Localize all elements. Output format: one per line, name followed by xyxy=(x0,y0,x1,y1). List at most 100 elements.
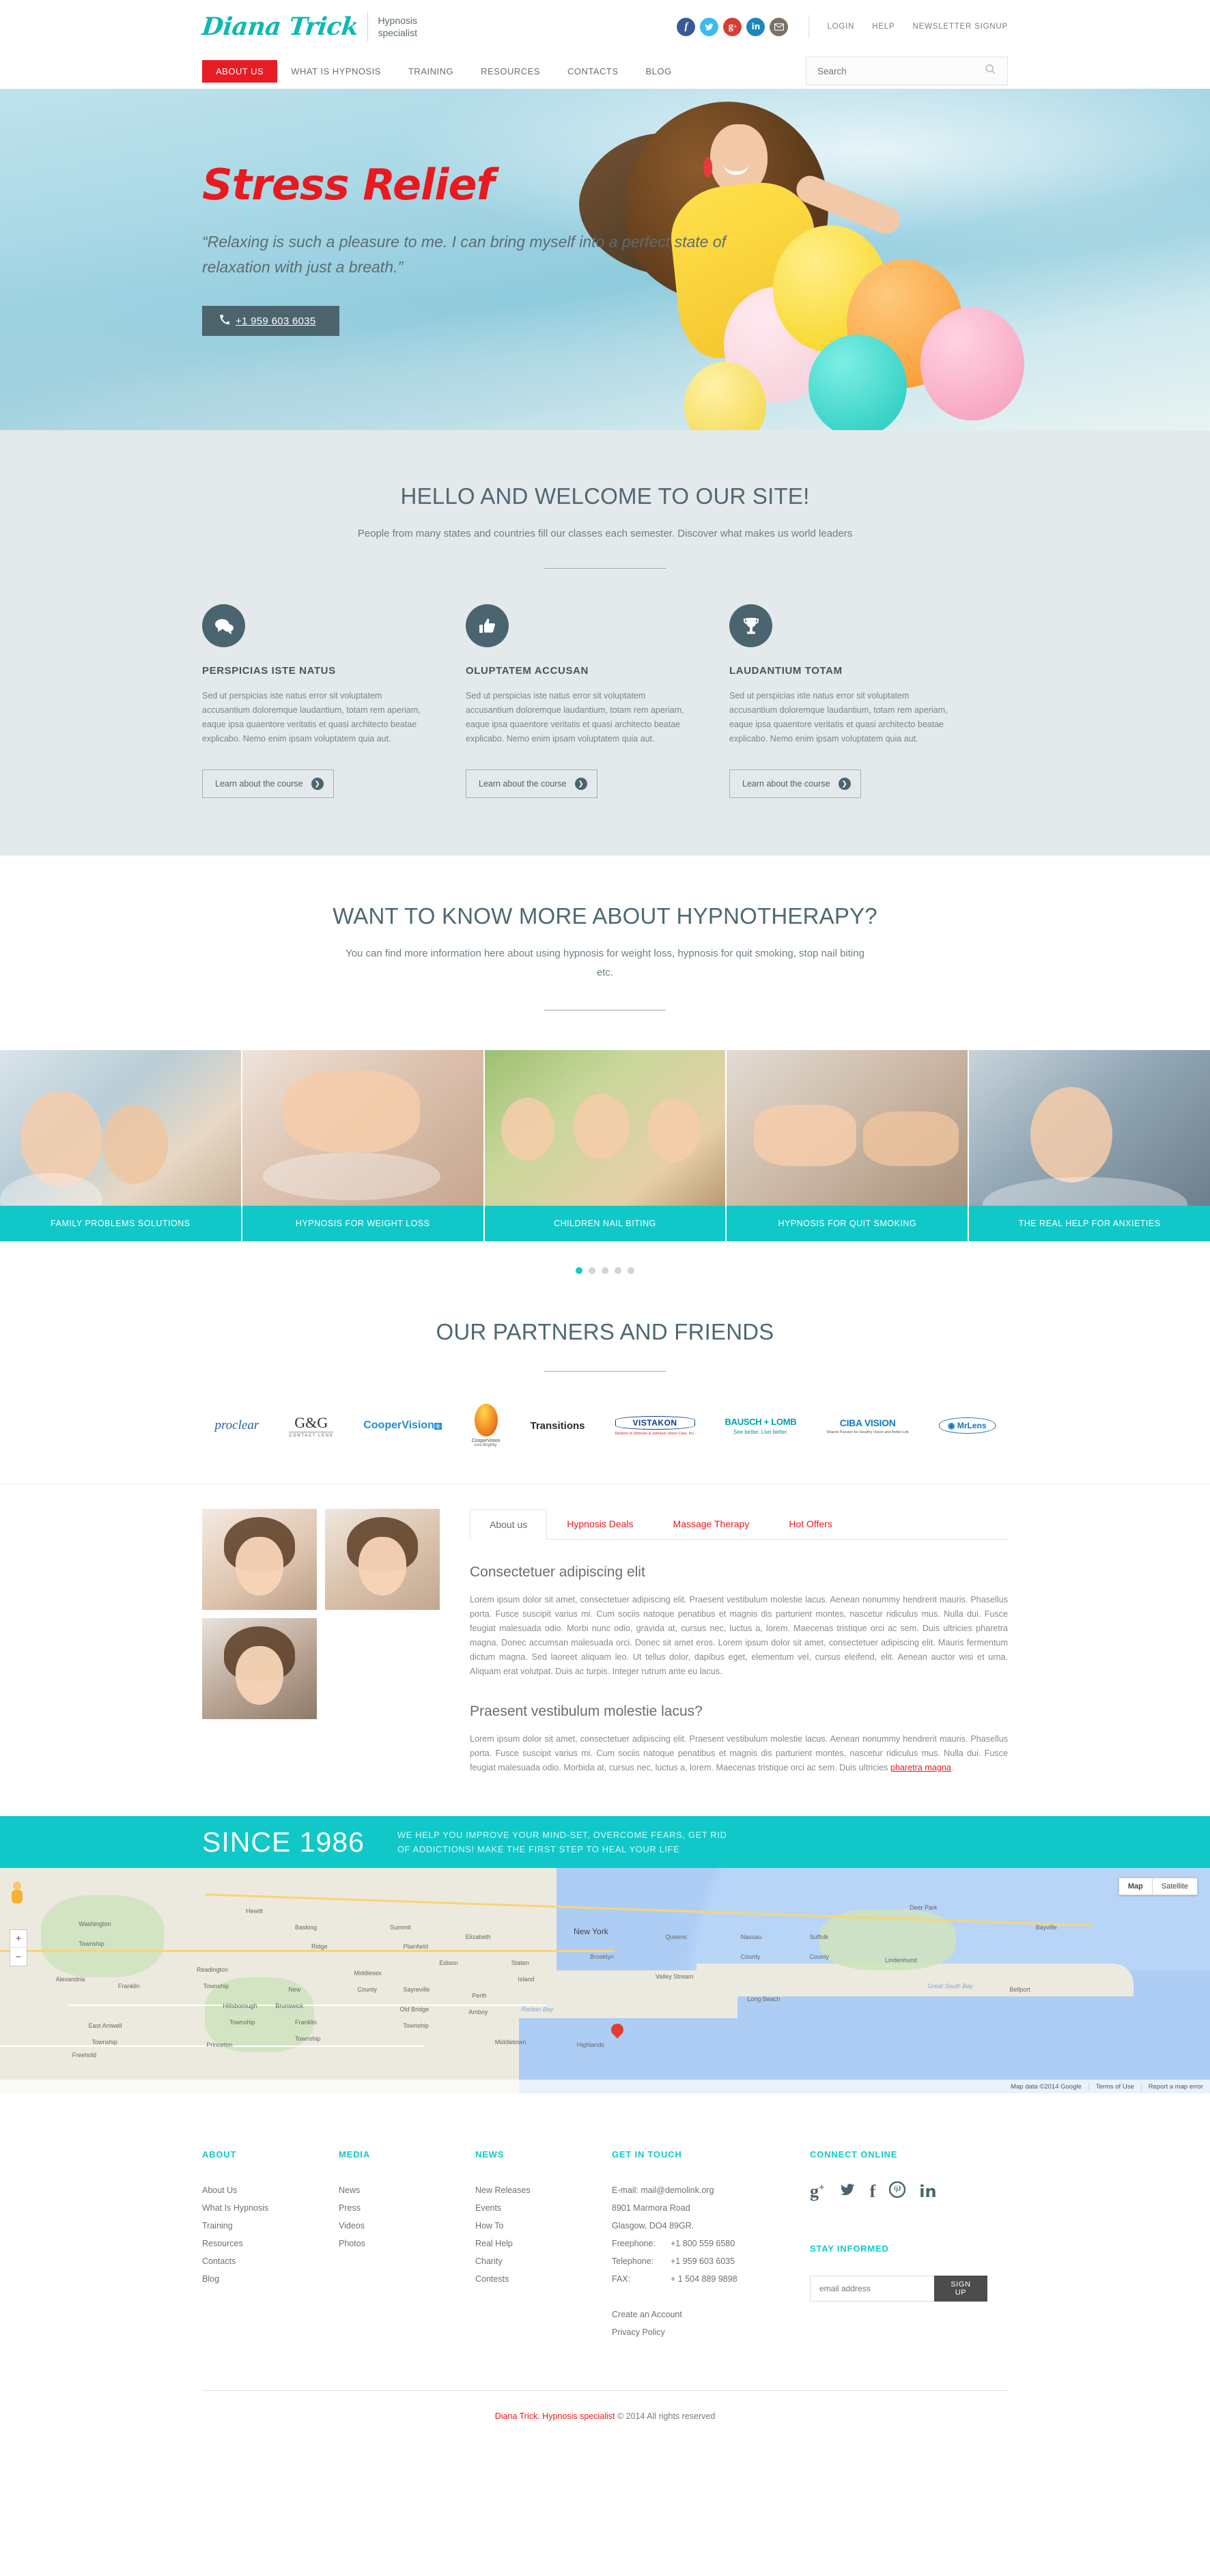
twitter-icon[interactable] xyxy=(839,2182,856,2200)
nav-item-about-us[interactable]: ABOUT US xyxy=(202,59,278,83)
site-logo[interactable]: Diana Trick Hypnosis specialist xyxy=(201,12,417,41)
coopervision-logo[interactable]: CooperVision ® xyxy=(363,1409,442,1443)
contact-email: E-mail: mail@demolink.org xyxy=(612,2185,714,2195)
bausch-lomb-logo[interactable]: BAUSCH + LOMB See better. Live better. xyxy=(725,1409,797,1443)
map-type-satellite[interactable]: Satellite xyxy=(1153,1878,1197,1895)
tab-paragraph-2-end: . xyxy=(951,1763,954,1772)
search-icon[interactable] xyxy=(985,63,996,79)
map-zoom-control[interactable]: + − xyxy=(10,1929,27,1966)
signup-button[interactable]: SIGN UP xyxy=(934,2276,987,2302)
footer-link-real-help[interactable]: Real Help xyxy=(475,2235,612,2252)
carousel-slide[interactable]: HYPNOSIS FOR QUIT SMOKING xyxy=(727,1050,970,1241)
map-terms-link[interactable]: Terms of Use xyxy=(1088,2082,1141,2091)
ciba-vision-logo-text: CIBA VISION xyxy=(839,1417,896,1428)
tab-hypnosis-deals[interactable]: Hypnosis Deals xyxy=(547,1509,653,1539)
footer-link-how-to[interactable]: How To xyxy=(475,2217,612,2235)
contact-street: 8901 Marmora Road xyxy=(612,2203,690,2213)
carousel-caption: HYPNOSIS FOR WEIGHT LOSS xyxy=(242,1206,483,1241)
create-account-link[interactable]: Create an Account xyxy=(612,2306,810,2323)
hero-quote: “Relaxing is such a pleasure to me. I ca… xyxy=(202,233,727,276)
tab-about-us[interactable]: About us xyxy=(470,1510,548,1540)
map-type-map[interactable]: Map xyxy=(1119,1878,1153,1895)
carousel-slide[interactable]: THE REAL HELP FOR ANXIETIES xyxy=(969,1050,1210,1241)
transitions-logo[interactable]: Transitions xyxy=(530,1409,585,1443)
footer-link-training[interactable]: Training xyxy=(202,2217,339,2235)
nav-item-contacts[interactable]: CONTACTS xyxy=(554,60,632,83)
mail-icon[interactable] xyxy=(770,17,789,36)
zoom-out-button[interactable]: − xyxy=(10,1948,27,1966)
coopervision-seed-logo[interactable]: CooperVision Live Brightly. xyxy=(472,1404,500,1447)
linkedin-icon[interactable]: in xyxy=(746,17,765,36)
learn-about-course-button[interactable]: Learn about the course ❯ xyxy=(466,769,597,798)
map-location-pin[interactable] xyxy=(608,2021,626,2041)
carousel-slide[interactable]: CHILDREN NAIL BITING xyxy=(484,1050,727,1241)
proclear-logo[interactable]: proclear xyxy=(214,1409,259,1443)
gg-contact-lens-logo[interactable]: G&G CONTACT LENS xyxy=(289,1409,334,1443)
googleplus-icon[interactable]: g+ xyxy=(723,17,742,36)
zoom-in-button[interactable]: + xyxy=(10,1930,27,1948)
carousel-slide[interactable]: FAMILY PROBLEMS SOLUTIONS xyxy=(0,1050,242,1241)
footer-link-photos[interactable]: Photos xyxy=(339,2235,475,2252)
map-type-control[interactable]: Map Satellite xyxy=(1118,1878,1198,1895)
carousel-dot[interactable] xyxy=(589,1267,595,1274)
twitter-icon[interactable] xyxy=(700,17,719,36)
feature-button-label: Learn about the course xyxy=(742,779,830,789)
search-box[interactable] xyxy=(806,57,1008,85)
help-link[interactable]: HELP xyxy=(872,23,895,31)
location-map[interactable]: + − Map Satellite Map data ©2014 Google … xyxy=(0,1868,1210,2093)
footer-link-news[interactable]: News xyxy=(339,2181,475,2199)
gg-logo-text: G&G xyxy=(294,1413,328,1431)
nav-item-training[interactable]: TRAINING xyxy=(395,60,467,83)
footer-link-press[interactable]: Press xyxy=(339,2199,475,2217)
email-input[interactable] xyxy=(810,2276,934,2302)
map-report-link[interactable]: Report a map error xyxy=(1140,2082,1210,2091)
footer-link-about-us[interactable]: About Us xyxy=(202,2181,339,2199)
bausch-lomb-logo-text: BAUSCH + LOMB xyxy=(724,1416,797,1427)
learn-about-course-button[interactable]: Learn about the course ❯ xyxy=(729,769,861,798)
carousel-dot[interactable] xyxy=(576,1267,582,1274)
tab-massage-therapy[interactable]: Massage Therapy xyxy=(653,1509,770,1539)
mrlens-logo[interactable]: ◉ MrLens xyxy=(939,1409,996,1443)
learn-about-course-button[interactable]: Learn about the course ❯ xyxy=(202,769,334,798)
footer-link-new-releases[interactable]: New Releases xyxy=(475,2181,612,2199)
footer-link-what-is-hypnosis[interactable]: What Is Hypnosis xyxy=(202,2199,339,2217)
map-attribution: Map data ©2014 Google xyxy=(1011,2082,1082,2091)
ciba-vision-logo[interactable]: CIBA VISION Shared Passion for Healthy V… xyxy=(826,1409,909,1443)
footer-link-blog[interactable]: Blog xyxy=(202,2270,339,2288)
footer-link-resources[interactable]: Resources xyxy=(202,2235,339,2252)
footer-column-news: NEWS New Releases Events How To Real Hel… xyxy=(475,2149,612,2341)
gallery-photo-man xyxy=(202,1618,317,1719)
footer-link-events[interactable]: Events xyxy=(475,2199,612,2217)
newsletter-signup-form[interactable]: SIGN UP xyxy=(810,2276,987,2302)
nav-item-what-is-hypnosis[interactable]: WHAT IS HYPNOSIS xyxy=(277,60,395,83)
footer-link-contests[interactable]: Contests xyxy=(475,2270,612,2288)
carousel-dot[interactable] xyxy=(628,1267,634,1274)
carousel-dot[interactable] xyxy=(602,1267,608,1274)
footer-link-contacts[interactable]: Contacts xyxy=(202,2252,339,2270)
footer-heading-stay-informed: STAY INFORMED xyxy=(810,2244,889,2254)
facebook-icon[interactable]: f xyxy=(677,17,696,36)
footer-heading-about: ABOUT xyxy=(202,2149,237,2160)
privacy-policy-link[interactable]: Privacy Policy xyxy=(612,2323,810,2341)
googleplus-icon[interactable]: g+ xyxy=(810,2182,825,2200)
carousel-dot[interactable] xyxy=(615,1267,621,1274)
linkedin-icon[interactable]: in xyxy=(919,2183,936,2200)
carousel-slide[interactable]: HYPNOSIS FOR WEIGHT LOSS xyxy=(242,1050,485,1241)
pharetra-magna-link[interactable]: pharetra magna xyxy=(890,1763,951,1772)
vistakon-logo[interactable]: VISTAKON Division of Johnson & Johnson V… xyxy=(615,1409,695,1443)
pegman-icon[interactable] xyxy=(8,1882,26,1905)
search-input[interactable] xyxy=(817,66,985,76)
login-link[interactable]: LOGIN xyxy=(827,23,854,31)
tab-paragraph-2: Lorem ipsum dolor sit amet, consectetuer… xyxy=(470,1732,1008,1775)
tab-hot-offers[interactable]: Hot Offers xyxy=(769,1509,852,1539)
gallery-photo-woman xyxy=(202,1509,317,1610)
facebook-icon[interactable]: f xyxy=(870,2182,876,2200)
pinterest-icon[interactable] xyxy=(889,2181,906,2201)
footer-link-videos[interactable]: Videos xyxy=(339,2217,475,2235)
nav-item-blog[interactable]: BLOG xyxy=(632,60,686,83)
newsletter-signup-link[interactable]: NEWSLETTER SIGNUP xyxy=(913,23,1008,31)
hero-phone-button[interactable]: +1 959 603 6035 xyxy=(202,306,339,336)
footer-link-charity[interactable]: Charity xyxy=(475,2252,612,2270)
nav-item-resources[interactable]: RESOURCES xyxy=(467,60,554,83)
map-label: Township xyxy=(203,1983,229,1990)
